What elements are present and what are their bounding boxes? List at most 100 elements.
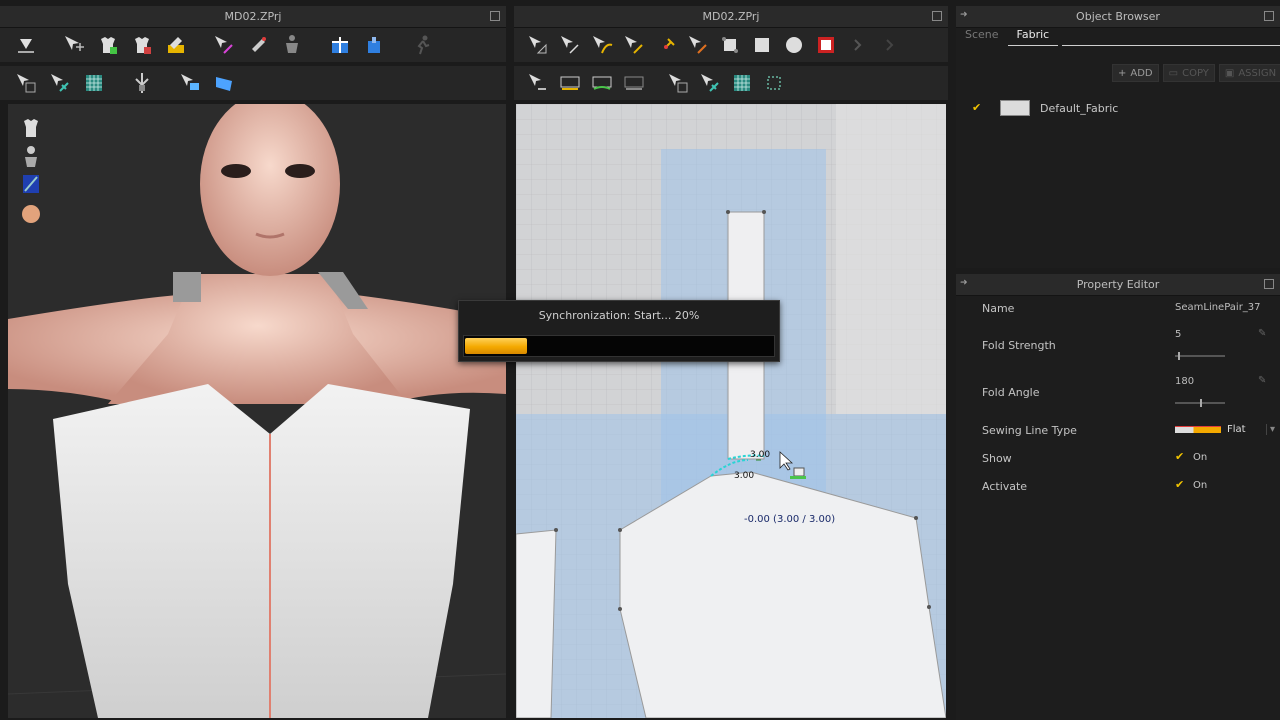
plus-icon: + <box>1118 67 1127 79</box>
more-chevron-icon[interactable] <box>844 31 872 59</box>
slider-knob[interactable] <box>1200 399 1202 407</box>
select-fabric-2d-icon[interactable] <box>664 69 692 97</box>
name-value[interactable]: SeamLinePair_37 <box>1175 302 1275 313</box>
add-button[interactable]: + ADD <box>1112 64 1159 82</box>
free-sewing-icon[interactable] <box>588 69 616 97</box>
move-tool-icon[interactable] <box>60 31 88 59</box>
grid-texture-icon[interactable] <box>80 69 108 97</box>
pattern-canvas <box>516 104 946 718</box>
button-tool-icon[interactable] <box>210 69 238 97</box>
avatar-skin-icon[interactable] <box>20 202 42 226</box>
pattern-2d-view[interactable]: 3.00 3.00 -0.00 (3.00 / 3.00) <box>516 104 946 718</box>
show-value: On <box>1193 452 1208 463</box>
tack-tool-icon[interactable] <box>128 69 156 97</box>
chevron-down-icon: ▾ <box>1265 423 1275 435</box>
more-chevron-icon-2[interactable] <box>876 31 904 59</box>
segment-sewing-icon[interactable] <box>556 69 584 97</box>
edit-texture-icon[interactable] <box>696 69 724 97</box>
circle-icon[interactable] <box>780 31 808 59</box>
show-checkbox[interactable]: ✔ On <box>1175 450 1208 463</box>
fabric-swatch <box>1000 100 1030 116</box>
box-icon[interactable] <box>360 31 388 59</box>
maximize-icon[interactable] <box>490 11 500 21</box>
remove-garment-icon[interactable] <box>128 31 156 59</box>
activate-value: On <box>1193 480 1208 491</box>
sewing-type-dropdown[interactable]: Flat ▾ <box>1175 420 1275 438</box>
select-button-icon[interactable] <box>176 69 204 97</box>
select-mesh-icon[interactable] <box>46 69 74 97</box>
checkmark-icon: ✔ <box>1175 450 1185 463</box>
pin-tool-icon[interactable] <box>244 31 272 59</box>
assign-icon: ▣ <box>1224 67 1235 79</box>
copy-icon: ▭ <box>1168 67 1179 79</box>
gift-box-icon[interactable] <box>326 31 354 59</box>
panel-title-3d-text: MD02.ZPrj <box>224 10 282 23</box>
rectangle-icon[interactable] <box>748 31 776 59</box>
toolbar-2d-row2 <box>514 66 948 100</box>
download-arrow-icon[interactable] <box>12 31 40 59</box>
maximize-icon[interactable] <box>932 11 942 21</box>
avatar-arrange-icon[interactable] <box>278 31 306 59</box>
seam-measure-text: -0.00 (3.00 / 3.00) <box>744 514 836 525</box>
tab-fabric[interactable]: Fabric <box>1007 24 1059 46</box>
copy-button[interactable]: ▭ COPY <box>1162 64 1215 82</box>
show-label: Show <box>982 452 1012 465</box>
edit-pen-icon[interactable]: ✎ <box>1258 375 1266 386</box>
edit-pattern-line-icon[interactable] <box>556 31 584 59</box>
grid-texture-2d-icon[interactable] <box>728 69 756 97</box>
viewport-3d[interactable] <box>8 104 506 718</box>
fold-angle-value[interactable]: 180 <box>1175 376 1194 387</box>
edit-pattern-icon[interactable] <box>162 31 190 59</box>
expand-arrow-icon[interactable]: ➜ <box>960 278 968 288</box>
stamp-icon[interactable] <box>812 31 840 59</box>
tab-scene[interactable]: Scene <box>956 24 1008 46</box>
polygon-icon[interactable] <box>716 31 744 59</box>
transform-pattern-icon[interactable] <box>524 31 552 59</box>
activate-checkbox[interactable]: ✔ On <box>1175 479 1208 491</box>
texture-icon[interactable] <box>20 172 42 196</box>
progress-text: Synchronization: Start... 20% <box>538 309 700 322</box>
expand-arrow-icon[interactable]: ➜ <box>960 10 968 20</box>
fold-angle-label: Fold Angle <box>982 386 1040 399</box>
fold-angle-slider[interactable] <box>1175 399 1225 407</box>
edit-curvature-icon[interactable] <box>588 31 616 59</box>
simulate-run-icon[interactable] <box>408 31 436 59</box>
fabric-name: Default_Fabric <box>1040 101 1119 115</box>
add-point-icon[interactable] <box>620 31 648 59</box>
avatar-body-icon[interactable] <box>20 144 42 168</box>
fold-strength-slider[interactable] <box>1175 352 1225 360</box>
activate-label: Activate <box>982 480 1028 493</box>
panel-title-2d: MD02.ZPrj <box>514 6 948 28</box>
point-tool-icon[interactable] <box>210 31 238 59</box>
maximize-icon[interactable] <box>1264 11 1274 21</box>
toolbar-2d-row1 <box>514 28 948 62</box>
cut-pattern-icon[interactable] <box>684 31 712 59</box>
fold-strength-value[interactable]: 5 <box>1175 329 1181 340</box>
panel-title-2d-text: MD02.ZPrj <box>702 10 760 23</box>
checkmark-icon: ✔ <box>972 101 982 114</box>
toolbar-3d-row2 <box>0 66 506 100</box>
panel-title-3d: MD02.ZPrj <box>0 6 506 28</box>
select-fabric-icon[interactable] <box>12 69 40 97</box>
edit-pen-icon[interactable]: ✎ <box>1258 328 1266 339</box>
assign-button[interactable]: ▣ ASSIGN <box>1218 64 1280 82</box>
sewing-select-icon[interactable] <box>524 69 552 97</box>
add-internal-point-icon[interactable] <box>652 31 680 59</box>
maximize-icon[interactable] <box>1264 279 1274 289</box>
property-editor-title: ➜ Property Editor <box>956 274 1280 296</box>
fold-strength-label: Fold Strength <box>982 339 1056 352</box>
object-browser-title-text: Object Browser <box>1076 10 1160 23</box>
m-n-sewing-icon[interactable] <box>620 69 648 97</box>
seam-length-label-top: 3.00 <box>750 450 771 460</box>
object-browser-buttons: + ADD ▭ COPY ▣ ASSIGN <box>1112 64 1280 82</box>
garment-icon[interactable] <box>20 116 42 140</box>
avatar-3d-render <box>8 104 506 718</box>
select-garment-icon[interactable] <box>94 31 122 59</box>
texture-tile-icon[interactable] <box>760 69 788 97</box>
progress-track <box>463 335 775 357</box>
sewing-type-swatch <box>1175 425 1221 433</box>
list-item[interactable]: ✔ Default_Fabric <box>972 97 1272 119</box>
progress-fill <box>465 338 527 354</box>
slider-knob[interactable] <box>1177 352 1180 360</box>
sync-progress-dialog: Synchronization: Start... 20% <box>458 300 780 362</box>
